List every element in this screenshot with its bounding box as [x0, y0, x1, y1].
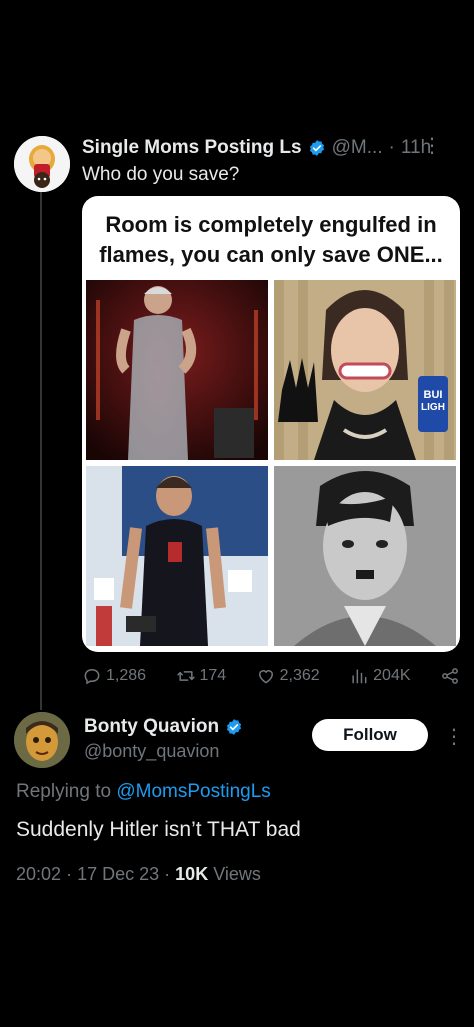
views-icon	[352, 669, 367, 684]
reply-date[interactable]: 17 Dec 23	[77, 864, 159, 884]
reply-action[interactable]: 1,286	[82, 666, 146, 686]
verified-badge-icon	[309, 140, 324, 156]
views-action[interactable]: 204K	[349, 666, 411, 686]
thread-connector	[40, 190, 42, 710]
share-icon	[442, 668, 458, 684]
author-handle[interactable]: @M...	[332, 137, 383, 159]
reply-author-row: Bonty Quavion	[84, 716, 243, 738]
replying-to-label: Replying to	[16, 781, 117, 802]
follow-button[interactable]: Follow	[312, 719, 428, 751]
like-icon	[258, 670, 273, 684]
more-icon[interactable]: ⋮	[422, 136, 442, 156]
reply-author-name[interactable]: Bonty Quavion	[84, 716, 219, 738]
reply-author-handle[interactable]: @bonty_quavion	[84, 741, 219, 762]
reply-view-count: 10K	[175, 864, 209, 884]
avatar-illustration-icon	[14, 712, 70, 768]
photo-swimmer	[86, 466, 268, 646]
media-grid: BUI LIGH	[86, 280, 456, 646]
author-name[interactable]: Single Moms Posting Ls	[82, 137, 302, 159]
reply-avatar[interactable]	[14, 712, 70, 768]
reply-time[interactable]: 20:02	[16, 864, 61, 884]
reply-text: Suddenly Hitler isn’t THAT bad	[16, 818, 301, 841]
like-count: 2,362	[279, 667, 320, 684]
like-action[interactable]: 2,362	[256, 666, 320, 686]
tweet-media[interactable]: Room is completely engulfed in flames, y…	[82, 196, 460, 652]
replying-to-mention[interactable]: @MomsPostingLs	[116, 781, 270, 802]
replying-to: Replying to @MomsPostingLs	[16, 781, 271, 803]
repost-action[interactable]: 174	[176, 666, 227, 686]
can-label-1: BUI	[424, 389, 443, 401]
avatar[interactable]	[14, 136, 70, 192]
meta-dot: ·	[66, 864, 73, 884]
reply-meta: 20:02 · 17 Dec 23 · 10K Views	[16, 864, 261, 885]
media-caption: Room is completely engulfed in flames, y…	[99, 212, 443, 267]
repost-icon	[176, 671, 195, 681]
photo-portrait	[274, 466, 456, 646]
more-icon[interactable]: ⋮	[444, 724, 464, 749]
view-count: 204K	[373, 667, 411, 684]
emoji-avatar-icon	[14, 136, 70, 192]
verified-badge-icon	[227, 719, 242, 735]
reply-views-label: Views	[213, 864, 261, 884]
reply-count: 1,286	[106, 667, 147, 684]
repost-count: 174	[199, 667, 227, 684]
photo-influencer: BUI LIGH	[274, 280, 456, 460]
tweet-actions: 1,286 174 2,362 204K	[82, 664, 460, 688]
reply-icon	[84, 668, 100, 685]
dot-separator: ·	[388, 137, 395, 158]
tweet-text: Who do you save?	[82, 164, 240, 185]
share-action[interactable]	[440, 666, 460, 686]
meta-dot: ·	[164, 864, 171, 884]
can-label-2: LIGH	[421, 402, 445, 413]
tweet-header: Single Moms Posting Ls @M... · 11h ⋮	[82, 136, 458, 160]
photo-performer	[86, 280, 268, 460]
